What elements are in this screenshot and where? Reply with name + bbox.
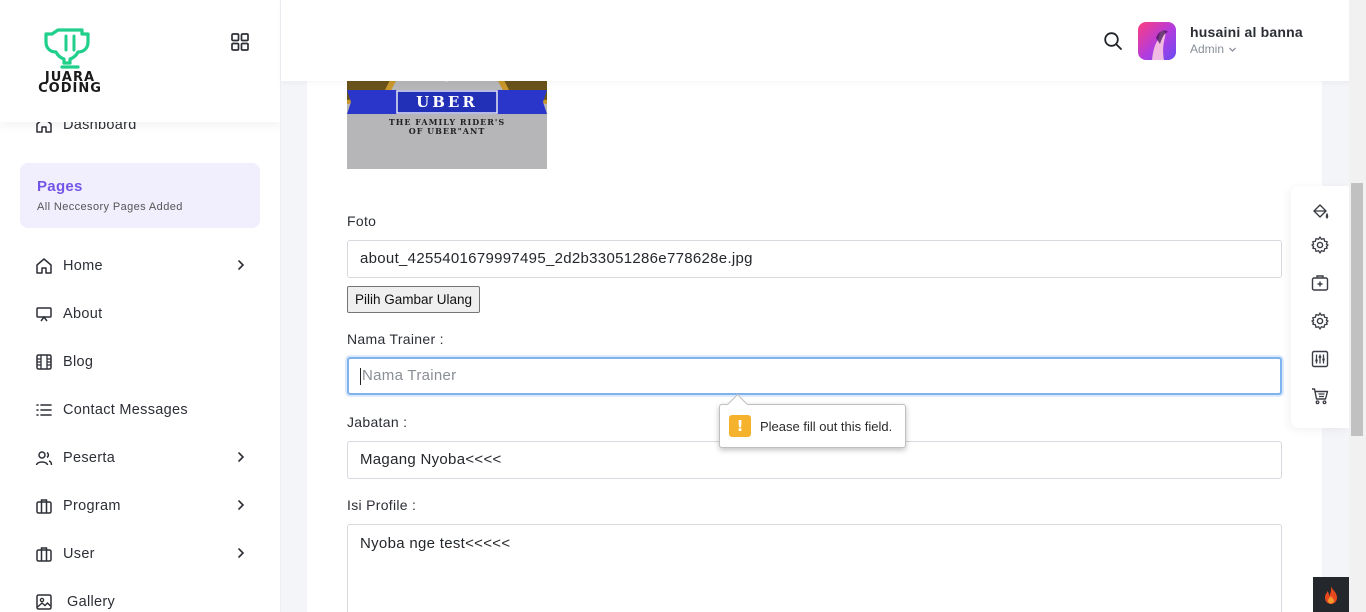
- chevron-right-icon: [238, 548, 245, 558]
- nama-trainer-placeholder: Nama Trainer: [362, 367, 457, 384]
- avatar[interactable]: [1138, 22, 1176, 60]
- user-role-label: Admin: [1190, 42, 1225, 56]
- chevron-down-icon: [1229, 47, 1236, 52]
- logo-line-2: CODING: [38, 81, 102, 96]
- text-caret: [360, 367, 361, 385]
- sidebar-item-label: Gallery: [67, 594, 116, 610]
- pages-title: Pages: [37, 178, 83, 195]
- briefcase-icon: [34, 496, 54, 516]
- pages-subtitle: All Neccesory Pages Added: [37, 201, 183, 213]
- sidebar-item-label: Contact Messages: [63, 402, 188, 418]
- sidebar-item-contact-messages[interactable]: Contact Messages: [34, 398, 248, 422]
- brand-header: JUARA CODING: [0, 0, 280, 122]
- gear-icon[interactable]: [1310, 235, 1330, 255]
- nama-trainer-label: Nama Trainer :: [347, 331, 444, 347]
- medical-briefcase-icon[interactable]: [1310, 273, 1330, 293]
- debug-toolbar-button[interactable]: [1313, 577, 1349, 612]
- page-scrollbar-thumb[interactable]: [1351, 183, 1363, 436]
- nama-trainer-input[interactable]: Nama Trainer: [347, 357, 1282, 395]
- users-icon: [34, 448, 54, 468]
- pages-section-header: Pages All Neccesory Pages Added: [20, 163, 260, 228]
- sidebar-item-label: User: [63, 546, 95, 562]
- user-role-dropdown[interactable]: Admin: [1190, 42, 1237, 56]
- film-icon: [34, 352, 54, 372]
- shopping-cart-icon[interactable]: [1310, 386, 1330, 406]
- home-icon: [34, 256, 54, 276]
- paint-bucket-icon[interactable]: [1310, 202, 1330, 222]
- photo-banner-text: UBER: [416, 93, 478, 111]
- chevron-right-icon: [238, 500, 245, 510]
- sidebar: JUARA CODING Dashboard Pages All Necceso…: [0, 0, 281, 612]
- sidebar-item-peserta[interactable]: Peserta: [34, 446, 248, 470]
- chevron-right-icon: [238, 260, 245, 270]
- list-icon: [34, 400, 54, 420]
- presentation-icon: [34, 304, 54, 324]
- search-icon[interactable]: [1103, 31, 1123, 51]
- sidebar-item-about[interactable]: About: [34, 302, 248, 326]
- top-header: husaini al banna Admin: [281, 0, 1366, 81]
- sidebar-item-gallery[interactable]: Gallery: [34, 590, 248, 612]
- isi-profile-label: Isi Profile :: [347, 497, 417, 513]
- grid-menu-icon[interactable]: [230, 32, 250, 52]
- main-content: UBER THE FAMILY RIDER'S OF UBER"ANT Foto…: [307, 0, 1322, 612]
- foto-label: Foto: [347, 213, 377, 229]
- jabatan-label: Jabatan :: [347, 414, 408, 430]
- briefcase-icon: [34, 544, 54, 564]
- gear-icon[interactable]: [1310, 311, 1330, 331]
- trophy-logo-icon: [44, 28, 90, 69]
- brand-logo[interactable]: JUARA CODING: [32, 26, 108, 96]
- validation-message: Please fill out this field.: [760, 419, 893, 434]
- sidebar-item-label: Home: [63, 258, 103, 274]
- sidebar-item-label: Peserta: [63, 450, 116, 466]
- flame-icon: [1325, 585, 1337, 604]
- avatar-image: [1152, 30, 1168, 60]
- sidebar-item-label: Program: [63, 498, 121, 514]
- sliders-icon[interactable]: [1310, 349, 1330, 369]
- user-name[interactable]: husaini al banna: [1190, 24, 1303, 40]
- sidebar-item-blog[interactable]: Blog: [34, 350, 248, 374]
- foto-filename-field[interactable]: about_4255401679997495_2d2b33051286e7786…: [347, 240, 1282, 278]
- chevron-right-icon: [238, 452, 245, 462]
- photo-tagline-2: OF UBER"ANT: [408, 126, 486, 136]
- isi-profile-textarea[interactable]: Nyoba nge test<<<<<: [347, 524, 1282, 612]
- validation-tooltip: ! Please fill out this field.: [719, 404, 906, 448]
- warning-icon: !: [729, 415, 751, 437]
- sidebar-item-user[interactable]: User: [34, 542, 248, 566]
- brand-logo-text: JUARA CODING: [32, 71, 108, 96]
- choose-image-button[interactable]: Pilih Gambar Ulang: [347, 286, 481, 313]
- sidebar-item-program[interactable]: Program: [34, 494, 248, 518]
- image-icon: [34, 592, 54, 612]
- sidebar-item-home[interactable]: Home: [34, 254, 248, 278]
- photo-tagline: THE FAMILY RIDER'S OF UBER"ANT: [347, 118, 547, 136]
- sidebar-item-label: About: [63, 306, 103, 322]
- sidebar-item-label: Blog: [63, 354, 94, 370]
- right-floating-toolbar: [1291, 186, 1349, 428]
